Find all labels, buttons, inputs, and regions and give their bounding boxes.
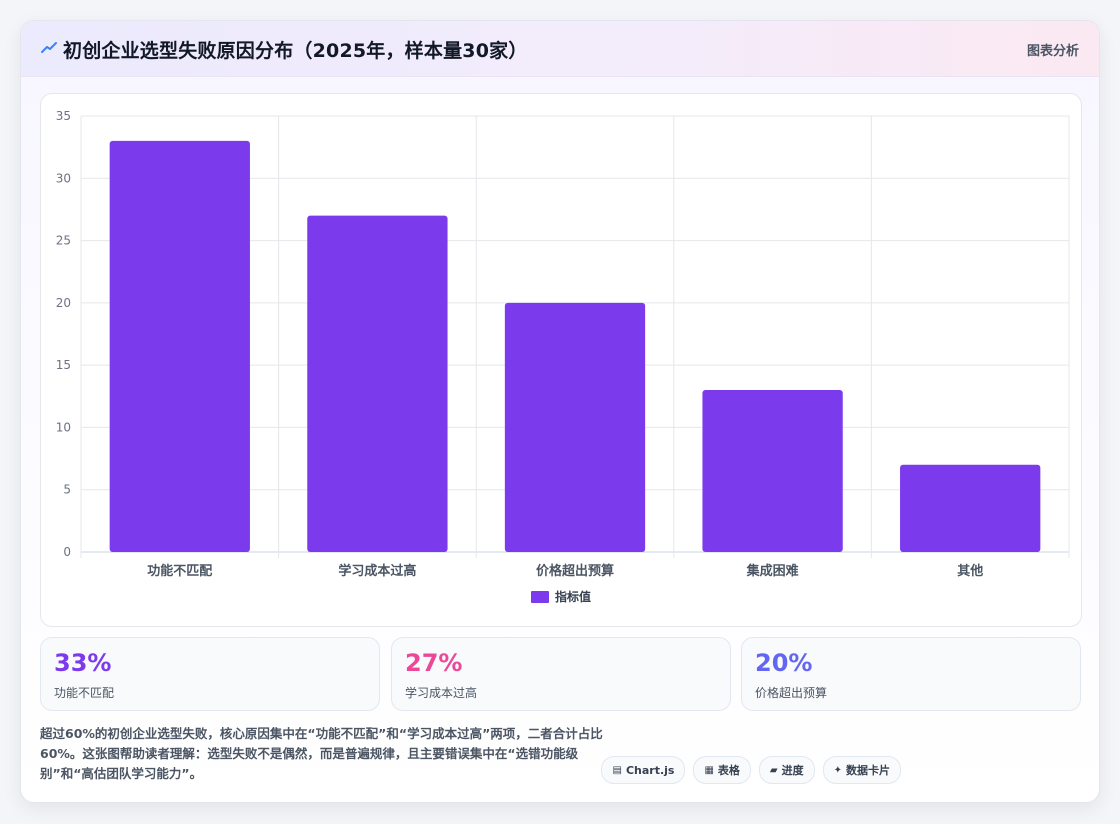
y-tick-label: 5: [63, 483, 71, 497]
table-icon: ▦: [704, 764, 714, 776]
bar: [504, 302, 646, 552]
sparkle-icon: ✦: [833, 764, 842, 776]
y-tick-label: 15: [56, 358, 71, 372]
x-tick-label: 价格超出预算: [536, 563, 614, 579]
stat-card-2: 27% 学习成本过高: [391, 637, 731, 711]
x-tick-label: 集成困难: [746, 563, 799, 579]
stat-label: 价格超出预算: [755, 686, 828, 700]
bar: [307, 215, 448, 552]
tag-progress[interactable]: ▰ 进度: [758, 756, 815, 784]
stat-label: 学习成本过高: [405, 686, 478, 700]
y-tick-label: 25: [56, 234, 71, 248]
x-tick-label: 学习成本过高: [338, 563, 416, 579]
stat-value: 27%: [405, 649, 463, 677]
legend-label: 指标值: [555, 589, 591, 604]
y-tick-label: 10: [56, 420, 71, 434]
stat-value: 33%: [54, 649, 112, 677]
tag-table[interactable]: ▦ 表格: [693, 756, 751, 784]
y-tick-label: 20: [56, 296, 71, 310]
chart-analysis-label: 图表分析: [1026, 44, 1079, 59]
tag-label: 进度: [781, 764, 804, 777]
chart-description: 超过60%的初创企业选型失败，核心原因集中在“功能不匹配”和“学习成本过高”两项…: [40, 726, 603, 781]
bar: [900, 464, 1041, 552]
tag-data-card[interactable]: ✦ 数据卡片: [822, 756, 901, 784]
bar-chart: 0 5 10 15 20 25 30 35 功能不匹配 学习成本过高 价格超出预算 集成困难 其他指标值: [56, 109, 1070, 604]
tag-chartjs[interactable]: ▤ Chart.js: [601, 756, 686, 784]
stat-label: 功能不匹配: [54, 686, 115, 700]
tag-label: 数据卡片: [846, 764, 890, 777]
trend-icon: [41, 42, 57, 53]
stat-card-1: 33% 功能不匹配: [40, 637, 380, 711]
tag-list: ▤ Chart.js ▦ 表格 ▰ 进度 ✦ 数据卡片: [601, 756, 901, 784]
chart-card: 初创企业选型失败原因分布（2025年，样本量30家） 图表分析 0 5 10 15 20…: [20, 20, 1100, 803]
y-tick-label: 30: [56, 171, 71, 185]
bar: [702, 390, 843, 552]
y-tick-label: 35: [56, 109, 71, 123]
x-tick-label: 功能不匹配: [147, 563, 212, 579]
chart-panel: 0 5 10 15 20 25 30 35 功能不匹配 学习成本过高 价格超出预算 集成困难 其他指标值: [40, 93, 1082, 627]
card-header: 初创企业选型失败原因分布（2025年，样本量30家） 图表分析: [21, 21, 1099, 77]
stat-card-3: 20% 价格超出预算: [741, 637, 1081, 711]
x-tick-label: 其他: [957, 563, 983, 579]
legend-swatch: [531, 591, 549, 603]
chart-icon: ▤: [612, 764, 622, 776]
y-tick-label: 0: [63, 545, 71, 559]
stat-value: 20%: [755, 649, 813, 677]
tag-label: 表格: [717, 764, 740, 777]
bar: [109, 140, 250, 552]
tag-label: Chart.js: [625, 763, 675, 777]
progress-icon: ▰: [769, 764, 778, 776]
chart-title: 初创企业选型失败原因分布（2025年，样本量30家）: [63, 40, 528, 62]
